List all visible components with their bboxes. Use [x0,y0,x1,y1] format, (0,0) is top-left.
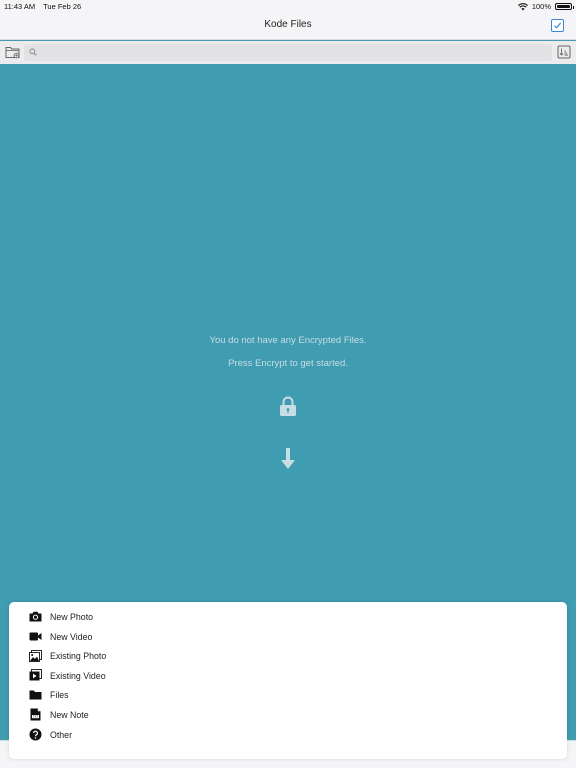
text-note-icon: TXT [29,708,42,721]
action-label: Files [50,690,69,701]
action-label: New Note [50,710,89,720]
search-field[interactable] [24,44,552,61]
action-other[interactable]: Other [9,725,567,745]
action-existing-photo[interactable]: Existing Photo [9,646,567,666]
sort-icon[interactable] [557,45,571,59]
wifi-icon [517,2,528,10]
select-button[interactable] [551,19,564,32]
page-title: Kode Files [264,19,312,30]
action-sheet: New Photo New Video Existing Photo Exist… [9,602,567,759]
action-new-note[interactable]: TXT New Note [9,705,567,725]
action-label: Other [50,729,73,740]
status-date: Tue Feb 26 [43,2,82,11]
navigation-bar: Kode Files [0,12,576,40]
empty-hint: Press Encrypt to get started. [228,358,348,369]
folder-icon [29,688,42,701]
battery-percent: 100% [531,2,551,11]
search-input[interactable] [40,44,540,61]
search-row [0,41,576,64]
action-new-video[interactable]: New Video [9,627,567,647]
status-time: 11:43 AM [4,2,36,11]
action-label: New Video [50,631,93,642]
checkmark-icon [554,22,562,29]
status-left: 11:43 AM Tue Feb 26 [4,2,87,11]
action-label: Existing Photo [50,651,107,662]
question-icon [29,728,42,741]
arrow-down-icon [281,448,295,469]
battery-icon [555,3,574,10]
search-icon [29,48,37,56]
action-files[interactable]: Files [9,685,567,705]
action-label: Existing Video [50,670,106,681]
new-folder-icon[interactable] [5,45,20,59]
status-right: 100% [517,2,574,11]
svg-text:TXT: TXT [32,715,39,719]
video-library-icon [29,669,42,682]
empty-message: You do not have any Encrypted Files. [209,335,367,346]
battery-fill [557,5,570,8]
action-existing-video[interactable]: Existing Video [9,666,567,686]
status-bar: 11:43 AM Tue Feb 26 100% [0,0,576,12]
action-new-photo[interactable]: New Photo [9,607,567,627]
photo-library-icon [29,649,42,662]
action-label: New Photo [50,612,94,622]
lock-icon [280,396,296,416]
video-camera-icon [29,630,42,643]
camera-icon [29,610,42,623]
